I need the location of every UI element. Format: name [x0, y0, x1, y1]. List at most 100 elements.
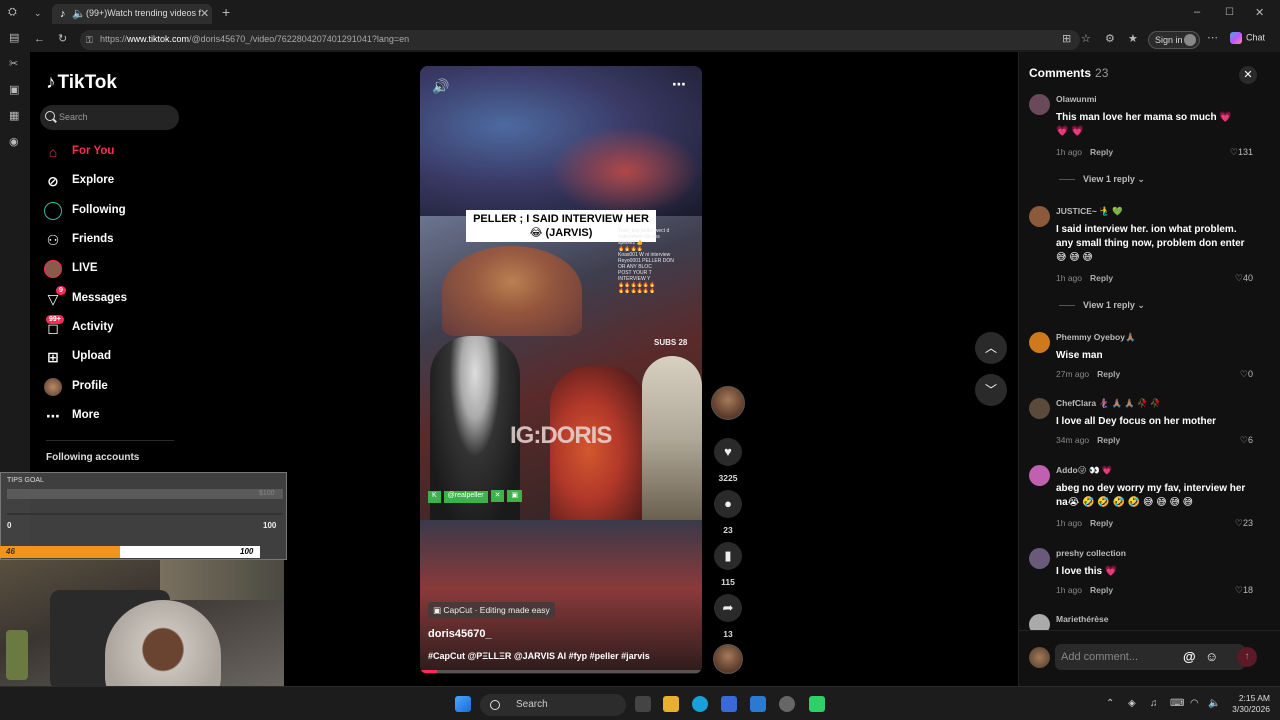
commenter-name[interactable]: preshy collection: [1056, 548, 1126, 558]
next-video-chevron-down-icon[interactable]: ﹀: [975, 374, 1007, 406]
video-hashtags[interactable]: #CapCut @PΞLLΞR @JARVIS AI #fyp #peller …: [428, 651, 650, 661]
like-heart-icon[interactable]: ♥: [714, 438, 742, 466]
comment-text: This man love her mama so much 💗 💗 💗: [1056, 112, 1232, 137]
creator-avatar[interactable]: [711, 386, 745, 420]
compass-icon: ⊘: [47, 173, 59, 189]
video-green-tag: K @realpeller ✕ ▣: [428, 490, 525, 503]
view-replies-button[interactable]: View 1 reply ⌄: [1059, 300, 1145, 311]
search-input[interactable]: Search: [40, 105, 179, 130]
extensions-icon[interactable]: ⚙: [1105, 33, 1115, 45]
comment-like[interactable]: ♡131: [1230, 147, 1253, 158]
speaker-icon[interactable]: 🔈: [72, 8, 86, 20]
copilot-chat-button[interactable]: Chat: [1230, 32, 1265, 44]
chat-line: 🔥🔥🔥🔥🔥🔥: [618, 288, 656, 294]
capcut-label[interactable]: ▣ CapCut · Editing made easy: [428, 602, 555, 618]
video-player[interactable]: PELLER ; I SAID INTERVIEW HER 😂 (JARVIS)…: [420, 66, 702, 674]
taskbar-search[interactable]: Search: [480, 694, 626, 716]
volume-icon[interactable]: 🔊: [432, 78, 449, 95]
commenter-avatar[interactable]: [1029, 94, 1050, 115]
commenter-avatar[interactable]: [1029, 332, 1050, 353]
tiktok-note-icon: ♪: [46, 72, 56, 93]
outlook-icon[interactable]: ▦: [9, 110, 19, 122]
commenter-name[interactable]: Mariethérèse: [1056, 614, 1108, 624]
close-tab-icon[interactable]: ✕: [200, 8, 209, 20]
taskbar-clock[interactable]: 2:15 AM 3/30/2026: [1224, 693, 1270, 715]
keyboard-icon[interactable]: ⌨: [1170, 698, 1184, 709]
favorites-icon[interactable]: ★: [1128, 33, 1138, 45]
shopping-icon[interactable]: ▣: [9, 84, 19, 96]
bookmark-icon[interactable]: ▮: [714, 542, 742, 570]
tray-chevron-icon[interactable]: ⌃: [1106, 698, 1114, 709]
reply-button[interactable]: Reply: [1097, 435, 1120, 445]
video-username[interactable]: doris45670_: [428, 628, 492, 640]
commenter-avatar[interactable]: [1029, 465, 1050, 486]
outlook-icon[interactable]: [750, 696, 766, 712]
site-info-icon[interactable]: ⚿: [86, 34, 93, 46]
volume-tray-icon[interactable]: 🔈: [1208, 698, 1220, 709]
file-explorer-icon[interactable]: [663, 696, 679, 712]
previous-video-chevron-up-icon[interactable]: ︿: [975, 332, 1007, 364]
new-tab-icon[interactable]: +: [222, 5, 230, 19]
emoji-icon[interactable]: ☺: [1205, 649, 1218, 664]
comment-text: abeg no dey worry my fav, interview her …: [1056, 483, 1246, 508]
app-available-icon[interactable]: ⊞: [1062, 33, 1071, 45]
wifi-icon[interactable]: ◠: [1190, 698, 1199, 709]
video-screen-backdrop: [442, 246, 582, 336]
windows-start-icon[interactable]: [455, 696, 471, 712]
send-arrow-icon[interactable]: ↑: [1237, 647, 1257, 667]
video-more-icon[interactable]: ⋯: [672, 76, 687, 93]
commenter-avatar[interactable]: [1029, 206, 1050, 227]
view-replies-button[interactable]: View 1 reply ⌄: [1059, 174, 1145, 185]
friends-icon: ⚇: [46, 232, 60, 248]
music-disc-avatar[interactable]: [713, 644, 743, 674]
reply-button[interactable]: Reply: [1097, 369, 1120, 379]
comment-like[interactable]: ♡18: [1235, 585, 1253, 596]
refresh-icon[interactable]: ↻: [58, 33, 67, 45]
tray-app-icon[interactable]: ◈: [1128, 698, 1136, 709]
comment-like[interactable]: ♡23: [1235, 518, 1253, 529]
browser-tab-tiktok[interactable]: ♪ 🔈 (99+)Watch trending videos f: [52, 4, 212, 24]
commenter-name[interactable]: Olawunmi: [1056, 94, 1097, 104]
reply-button[interactable]: Reply: [1090, 518, 1113, 528]
minimize-icon[interactable]: –: [1194, 6, 1200, 18]
back-icon[interactable]: ←: [34, 33, 45, 45]
browser-menu-icon[interactable]: ⋯: [1207, 32, 1218, 44]
task-view-icon[interactable]: [635, 696, 651, 712]
browser-profile-icon[interactable]: ⛭: [8, 6, 17, 18]
commenter-name[interactable]: Phemmy Oyeboy🙏🏽: [1056, 332, 1136, 343]
store-icon[interactable]: [721, 696, 737, 712]
share-arrow-icon[interactable]: ➦: [714, 594, 742, 622]
save-count: 115: [721, 577, 735, 587]
mention-at-icon[interactable]: @: [1183, 649, 1196, 664]
url-field[interactable]: ⚿ https://www.tiktok.com/@doris45670_/vi…: [80, 30, 1080, 50]
commenter-avatar[interactable]: [1029, 548, 1050, 569]
close-comments-icon[interactable]: ✕: [1239, 66, 1257, 84]
comment-like[interactable]: ♡6: [1240, 435, 1253, 446]
video-progress-bar[interactable]: [420, 670, 702, 673]
reply-button[interactable]: Reply: [1090, 585, 1113, 595]
comment-like[interactable]: ♡40: [1235, 273, 1253, 284]
reply-button[interactable]: Reply: [1090, 147, 1113, 157]
reply-button[interactable]: Reply: [1090, 273, 1113, 283]
commenter-avatar[interactable]: [1029, 398, 1050, 419]
stream-app-icon[interactable]: [809, 696, 825, 712]
chrome-icon[interactable]: [779, 696, 795, 712]
maximize-icon[interactable]: ☐: [1225, 7, 1234, 19]
comment-like[interactable]: ♡0: [1240, 369, 1253, 380]
comment-bubble-icon[interactable]: ●: [714, 490, 742, 518]
media-icon[interactable]: ◉: [9, 136, 19, 148]
tools-icon[interactable]: ✂: [9, 58, 18, 70]
tips-goal-max: 100: [263, 521, 277, 530]
commenter-name[interactable]: Addo😜 👀 💗: [1056, 465, 1112, 476]
sign-in-button[interactable]: Sign in: [1148, 31, 1200, 49]
commenter-name[interactable]: ChefClara 🧜🏾‍♀️ 🙏🏽 🙏🏽 🥀 🥀: [1056, 398, 1161, 409]
commenter-name[interactable]: JUSTICE~ 🧜‍♂️ 💚: [1056, 206, 1123, 217]
favorite-star-icon[interactable]: ☆: [1081, 33, 1091, 45]
tab-list-chevron-icon[interactable]: ⌄: [34, 7, 42, 19]
close-window-icon[interactable]: ✕: [1255, 7, 1264, 19]
microphone-icon[interactable]: ♫: [1150, 698, 1158, 709]
edge-browser-icon[interactable]: [692, 696, 708, 712]
heart-outline-icon: ♡: [1234, 273, 1243, 283]
collections-icon[interactable]: ▤: [9, 32, 19, 44]
tiktok-logo[interactable]: ♪ TikTok: [46, 72, 117, 94]
